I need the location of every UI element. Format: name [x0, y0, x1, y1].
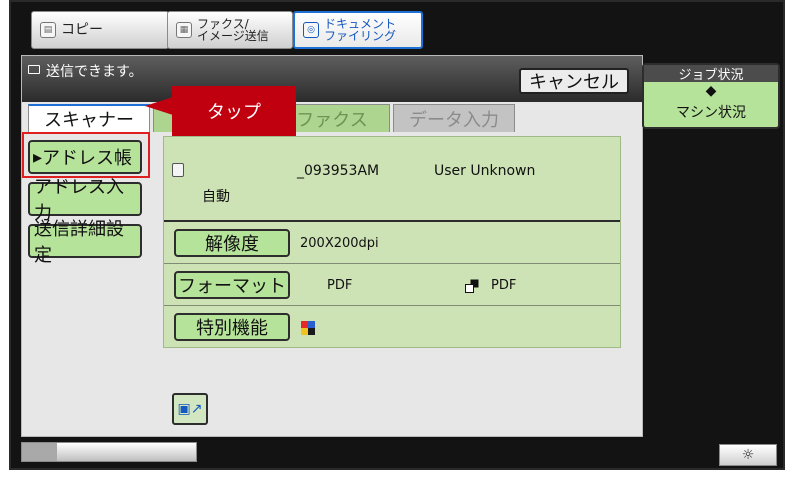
status-bar: 送信できます。 キャンセル — [22, 56, 642, 102]
callout-pointer — [145, 97, 173, 115]
progress-bar — [21, 442, 197, 462]
job-status-button[interactable]: ジョブ状況 ◆ マシン状況 — [642, 63, 780, 129]
job-status-label: ジョブ状況 — [644, 65, 778, 83]
format-button[interactable]: フォーマット — [174, 271, 290, 299]
highlight-box — [22, 132, 150, 178]
divider — [164, 220, 620, 222]
tap-callout: タップ — [172, 86, 296, 136]
mode-tab-document-filing-label: ドキュメント ファイリング — [324, 18, 396, 42]
color-mode-icon — [301, 321, 315, 335]
resolution-value: 200X200dpi — [300, 236, 379, 251]
mode-tab-fax-line2: イメージ送信 — [197, 29, 269, 43]
tab-scanner[interactable]: スキャナー — [28, 104, 150, 132]
resolution-button[interactable]: 解像度 — [174, 229, 290, 257]
sun-icon[interactable]: ☼ — [719, 444, 777, 466]
format-bw-value: PDF — [491, 278, 517, 293]
bw-mode-icon — [465, 279, 479, 293]
switch-arrows-icon: ◆ — [705, 83, 717, 99]
send-settings-panel: _093953AM User Unknown 自動 解像度 200X200dpi… — [163, 136, 621, 348]
special-modes-button[interactable]: 特別機能 — [174, 313, 290, 341]
control-panel: ▤ コピー ▦ ファクス/ イメージ送信 ◎ ドキュメント ファイリング 送信で… — [9, 0, 785, 470]
mode-tab-document-filing-line2: ファイリング — [324, 29, 397, 43]
send-settings-button[interactable]: 送信詳細設定 — [28, 219, 142, 266]
document-filing-icon: ◎ — [303, 22, 319, 38]
file-icon — [172, 163, 184, 177]
tab-data-entry[interactable]: データ入力 — [393, 104, 515, 132]
mode-tab-fax-label: ファクス/ イメージ送信 — [197, 18, 269, 42]
format-color-value: PDF — [327, 278, 353, 293]
status-text: 送信できます。 — [46, 64, 143, 80]
main-area: 送信できます。 キャンセル スキャナー ｲﾝﾀｰﾈｯﾄFax ファクス データ入… — [21, 55, 643, 437]
cancel-button[interactable]: キャンセル — [519, 68, 629, 94]
mode-value: 自動 — [202, 189, 230, 205]
copy-icon: ▤ — [40, 22, 56, 38]
preview-send-icon[interactable]: ▣↗ — [172, 393, 208, 425]
divider — [164, 305, 620, 306]
progress-bar-fill — [22, 443, 57, 461]
machine-status-label: マシン状況 — [676, 105, 746, 121]
fax-icon: ▦ — [176, 22, 192, 38]
mode-tab-copy[interactable]: ▤ コピー — [31, 11, 169, 49]
envelope-icon — [28, 65, 40, 74]
file-name: _093953AM — [297, 163, 380, 179]
mode-tab-copy-label: コピー — [61, 22, 103, 38]
address-entry-button[interactable]: アドレス入力 — [28, 177, 142, 224]
mode-tab-fax[interactable]: ▦ ファクス/ イメージ送信 — [167, 11, 293, 49]
mode-tab-document-filing[interactable]: ◎ ドキュメント ファイリング — [293, 11, 423, 49]
user-name: User Unknown — [434, 163, 536, 179]
divider — [164, 263, 620, 264]
